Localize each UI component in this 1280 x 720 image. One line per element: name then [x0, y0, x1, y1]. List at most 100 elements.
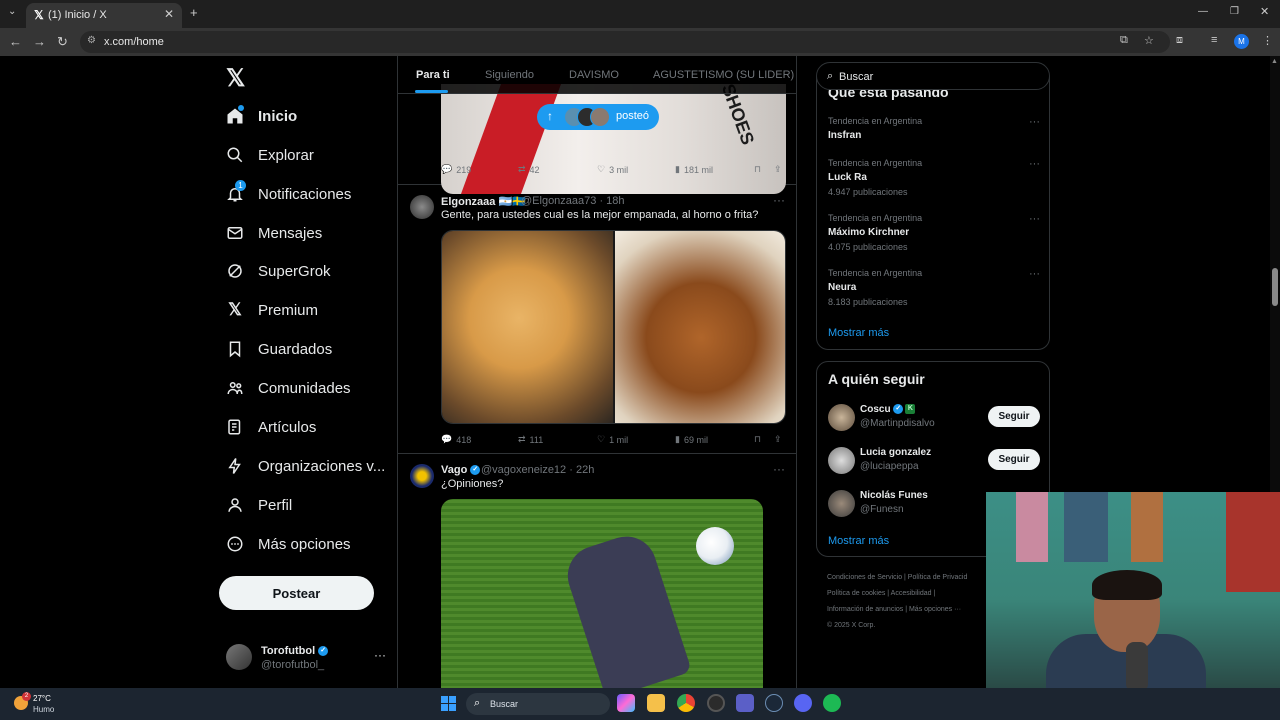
nav-item-profile[interactable]: Perfil: [226, 490, 292, 520]
tab-agustetismo[interactable]: AGUSTETISMO (SU LIDER): [653, 69, 794, 81]
more-dots-icon[interactable]: ···: [1029, 158, 1040, 170]
reply-button[interactable]: 💬 418: [441, 434, 471, 445]
post-author[interactable]: Vago ✓: [441, 464, 481, 476]
discord-icon[interactable]: [794, 694, 812, 712]
post-author[interactable]: Elgonzaaa 🇦🇷🇸🇪: [441, 195, 526, 208]
nav-label: Inicio: [258, 107, 298, 125]
nav-item-explore[interactable]: Explorar: [226, 140, 314, 170]
repost-button[interactable]: ⇄ 42: [518, 164, 540, 175]
more-dots-icon[interactable]: ···: [1029, 268, 1040, 280]
nav-item-communities[interactable]: Comunidades: [226, 373, 351, 403]
post-handle[interactable]: @vagoxeneize12 · 22h: [481, 464, 594, 476]
nav-item-premium[interactable]: 𝕏 Premium: [226, 295, 318, 325]
account-switcher[interactable]: Torofutbol ✓ @torofutbol_ ···: [226, 640, 386, 672]
more-dots-icon[interactable]: ···: [374, 648, 386, 662]
address-bar[interactable]: ⚙ x.com/home ⧉ ☆: [80, 31, 1170, 53]
post-image[interactable]: [441, 230, 786, 424]
reply-button[interactable]: 💬 219: [441, 164, 471, 175]
avatar[interactable]: [410, 195, 434, 219]
forward-icon[interactable]: →: [33, 34, 46, 49]
follow-button[interactable]: Seguir: [988, 449, 1040, 470]
avatar[interactable]: [410, 464, 434, 488]
steam-icon[interactable]: [765, 694, 783, 712]
tab-davismo[interactable]: DAVISMO: [569, 69, 619, 81]
browser-tab[interactable]: 𝕏 (1) Inicio / X ✕: [26, 3, 182, 28]
more-dots-icon[interactable]: ···: [1029, 116, 1040, 128]
trend-item[interactable]: Tendencia en Argentina Máximo Kirchner 4…: [828, 213, 1040, 252]
post[interactable]: Elgonzaaa 🇦🇷🇸🇪 @Elgonzaaa73 · 18h ··· Ge…: [398, 185, 796, 454]
nav-item-articles[interactable]: Artículos: [226, 412, 316, 442]
views-button[interactable]: ▮ 69 mil: [675, 434, 708, 445]
post-image[interactable]: [441, 499, 763, 688]
verified-icon: ✓: [893, 404, 904, 415]
follow-show-more-link[interactable]: Mostrar más: [828, 535, 889, 547]
more-dots-icon[interactable]: ···: [773, 193, 785, 207]
copilot-icon[interactable]: [617, 694, 635, 712]
follow-suggestion[interactable]: Coscu ✓ K @Martinpdisalvo Seguir: [828, 402, 1040, 434]
tab-siguiendo[interactable]: Siguiendo: [485, 69, 534, 81]
tab-list-icon[interactable]: ⌄: [8, 6, 16, 17]
new-posts-pill[interactable]: ↑ posteó: [537, 104, 659, 130]
tab-para-ti[interactable]: Para ti: [416, 69, 450, 81]
bookmark-button[interactable]: ⊓: [754, 164, 761, 175]
windows-start-icon[interactable]: [441, 696, 456, 711]
post-button[interactable]: Postear: [219, 576, 374, 610]
more-dots-icon[interactable]: ···: [773, 462, 785, 476]
site-info-icon[interactable]: ⚙: [87, 35, 96, 46]
follow-button[interactable]: Seguir: [988, 406, 1040, 427]
taskbar-search[interactable]: ⌕ Buscar: [466, 693, 610, 715]
trend-item[interactable]: Tendencia en Argentina Insfran ···: [828, 116, 1040, 141]
teams-icon[interactable]: [736, 694, 754, 712]
like-button[interactable]: ♡ 1 mil: [597, 434, 628, 445]
trend-count: 4.947 publicaciones: [828, 187, 908, 197]
minimize-icon[interactable]: —: [1198, 6, 1208, 17]
close-window-icon[interactable]: ✕: [1260, 5, 1269, 18]
back-icon[interactable]: ←: [9, 34, 22, 49]
post[interactable]: Vago ✓ @vagoxeneize12 · 22h ··· ¿Opinion…: [398, 454, 796, 688]
bookmark-button[interactable]: ⊓: [754, 434, 761, 445]
trend-item[interactable]: Tendencia en Argentina Luck Ra 4.947 pub…: [828, 158, 1040, 197]
nav-item-messages[interactable]: Mensajes: [226, 218, 322, 248]
bookmark-star-icon[interactable]: ☆: [1144, 34, 1154, 47]
close-tab-icon[interactable]: ✕: [164, 7, 174, 21]
scrollbar-thumb[interactable]: [1272, 268, 1278, 306]
nav-item-supergrok[interactable]: SuperGrok: [226, 256, 331, 286]
media-icon[interactable]: ≡: [1211, 34, 1217, 46]
install-app-icon[interactable]: ⧉: [1120, 34, 1128, 47]
weather-condition: Humo: [33, 705, 55, 714]
nav-item-organizations[interactable]: Organizaciones v...: [226, 451, 385, 481]
nav-item-notifications[interactable]: 1 Notificaciones: [226, 179, 351, 209]
app-icon[interactable]: [707, 694, 725, 712]
nav-item-more[interactable]: Más opciones: [226, 529, 351, 559]
file-explorer-icon[interactable]: [647, 694, 665, 712]
nav-item-home[interactable]: Inicio: [226, 101, 297, 131]
profile-avatar-icon[interactable]: M: [1234, 34, 1249, 49]
restore-icon[interactable]: ❐: [1230, 6, 1239, 17]
like-button[interactable]: ♡ 3 mil: [597, 164, 628, 175]
extensions-icon[interactable]: ⧈: [1176, 34, 1183, 47]
webcam-overlay: [986, 492, 1280, 688]
nav-item-bookmarks[interactable]: Guardados: [226, 334, 332, 364]
spotify-icon[interactable]: [823, 694, 841, 712]
more-dots-icon[interactable]: ···: [1029, 213, 1040, 225]
follow-suggestion[interactable]: Lucia gonzalez @luciapeppa Seguir: [828, 445, 1040, 477]
weather-widget[interactable]: 2 27°C Humo: [14, 692, 74, 716]
share-button[interactable]: ⇪: [774, 434, 782, 445]
search-input[interactable]: [839, 69, 1039, 85]
post-handle[interactable]: @Elgonzaaa73 · 18h: [521, 195, 625, 207]
views-button[interactable]: ▮ 181 mil: [675, 164, 713, 175]
share-button[interactable]: ⇪: [774, 164, 782, 175]
repost-button[interactable]: ⇄ 111: [518, 434, 543, 445]
trend-meta: Tendencia en Argentina: [828, 116, 923, 126]
share-icon: ⇪: [774, 434, 782, 444]
search-box[interactable]: ⌕: [816, 62, 1050, 90]
x-logo-icon[interactable]: 𝕏: [226, 64, 245, 93]
reload-icon[interactable]: ↻: [57, 34, 68, 50]
chrome-icon[interactable]: [677, 694, 695, 712]
poster-avatars: [564, 107, 612, 127]
new-tab-icon[interactable]: +: [190, 5, 198, 20]
trend-item[interactable]: Tendencia en Argentina Neura 8.183 publi…: [828, 268, 1040, 307]
scroll-up-icon[interactable]: ▲: [1271, 58, 1278, 65]
chrome-menu-icon[interactable]: ⋮: [1262, 34, 1273, 47]
trends-show-more-link[interactable]: Mostrar más: [828, 327, 889, 339]
